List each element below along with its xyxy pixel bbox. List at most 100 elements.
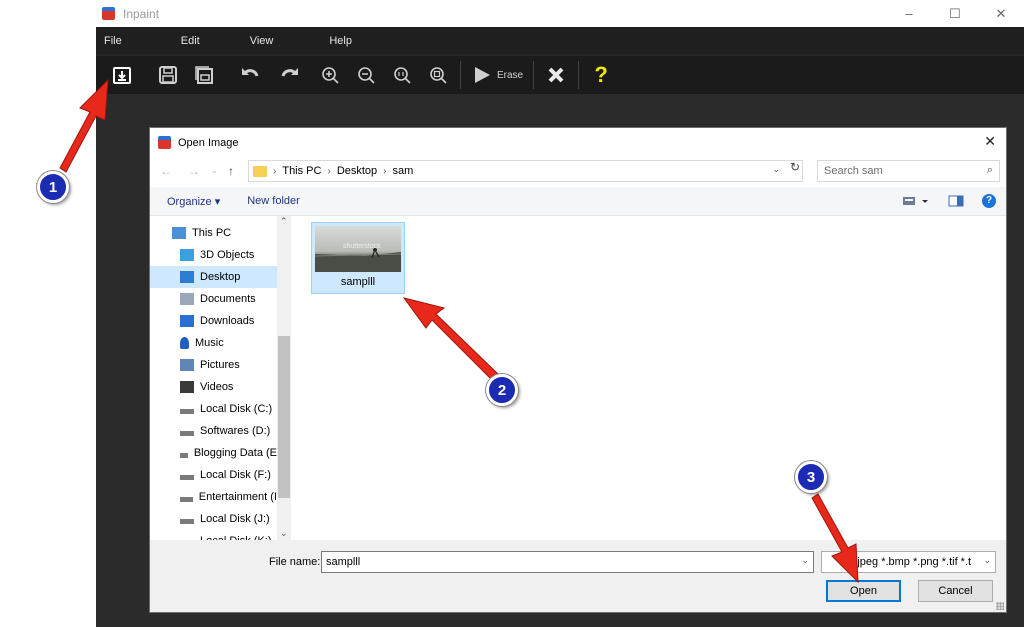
dialog-close-icon[interactable]: ✕ [984,133,996,150]
toolbar: Erase ? [96,56,1024,94]
folder-icon [253,165,267,177]
nav-item-local-disk-k[interactable]: Local Disk (K:) [150,530,277,540]
preview-pane-icon[interactable] [948,195,964,207]
new-folder-button[interactable]: New folder [247,195,300,207]
maximize-icon[interactable]: ☐ [932,0,978,27]
minimize-icon[interactable]: – [886,0,932,27]
resize-grip[interactable] [996,602,1004,610]
toolbar-separator [460,61,461,89]
app-logo-icon [102,7,115,20]
cancel-erase-button[interactable] [538,58,574,92]
recent-dropdown-icon[interactable]: ⌄ [211,166,218,175]
nav-item-documents[interactable]: Documents [150,288,277,310]
menu-view[interactable]: View [250,35,274,47]
zoom-fit-button[interactable] [420,58,456,92]
step-badge-1: 1 [37,171,69,203]
dialog-help-icon[interactable]: ? [982,194,996,208]
scroll-up-icon[interactable]: ⌃ [280,216,288,227]
nav-item-label: Videos [200,381,234,393]
nav-item-softwares-d[interactable]: Softwares (D:) [150,420,277,442]
search-input[interactable]: Search sam ⌕ [817,160,1000,182]
nav-scrollbar[interactable]: ⌃ ⌄ [277,216,291,540]
breadcrumb-sam[interactable]: sam [393,165,414,177]
organize-button[interactable]: Organize ▾ [167,195,220,208]
breadcrumb-this-pc[interactable]: This PC [282,165,321,177]
window-controls: – ☐ ✕ [886,0,1024,27]
nav-item-label: This PC [192,227,232,239]
nav-item-blogging-data-e[interactable]: Blogging Data (E [150,442,277,464]
help-button[interactable]: ? [583,58,619,92]
question-icon: ? [594,62,608,87]
nav-item-this-pc[interactable]: This PC [150,222,277,244]
nav-item-label: 3D Objects [200,249,255,261]
nav-item-videos[interactable]: Videos [150,376,277,398]
nav-item-local-disk-j[interactable]: Local Disk (J:) [150,508,277,530]
address-dropdown-icon[interactable]: ⌄ [772,164,780,175]
x-icon [548,67,564,83]
scroll-down-icon[interactable]: ⌄ [280,528,288,539]
breadcrumb-desktop[interactable]: Desktop [337,165,377,177]
dialog-title-bar: Open Image ✕ [150,128,1006,157]
save-button[interactable] [150,58,186,92]
chevron-down-icon[interactable]: ⌄ [983,555,991,566]
menu-file[interactable]: File [104,35,122,47]
nav-item-3d-objects[interactable]: 3D Objects [150,244,277,266]
menu-edit[interactable]: Edit [181,35,200,47]
dialog-footer: File name: samplll ⌄ *.jpeg *.bmp *.png … [150,540,1006,612]
erase-button[interactable]: Erase [465,58,529,92]
zoom-out-button[interactable] [348,58,384,92]
search-icon: ⌕ [986,164,993,176]
toolbar-separator [578,61,580,89]
video-icon [180,381,194,393]
nav-scroll-thumb[interactable] [278,336,290,498]
nav-item-label: Documents [200,293,256,305]
file-type-filter-value: *.jpeg *.bmp *.png *.tif *.t [850,556,972,568]
toolbar-separator [533,61,535,89]
pictures-icon [180,359,194,371]
nav-item-pictures[interactable]: Pictures [150,354,277,376]
step-badge-3: 3 [795,461,827,493]
nav-item-label: Pictures [200,359,240,371]
cube-icon [180,249,194,261]
undo-button[interactable] [232,58,268,92]
view-options-icon[interactable] [902,195,930,207]
nav-item-local-disk-f[interactable]: Local Disk (F:) [150,464,277,486]
redo-button[interactable] [272,58,308,92]
file-item-samplll[interactable]: shutterstock samplll [311,222,405,294]
address-bar[interactable]: › This PC › Desktop › sam ⌄ [248,160,803,182]
file-type-filter[interactable]: *.jpeg *.bmp *.png *.tif *.t ⌄ [821,551,996,573]
back-icon[interactable]: ← [160,164,172,178]
open-button[interactable]: Open [826,580,901,602]
app-logo-icon [158,136,171,149]
play-icon [475,67,490,83]
file-name-value: samplll [326,556,361,568]
cancel-button[interactable]: Cancel [918,580,993,602]
refresh-icon[interactable]: ↻ [790,160,800,174]
forward-icon[interactable]: → [188,164,200,178]
up-icon[interactable]: ↑ [228,164,234,178]
disk-icon [180,408,194,414]
close-icon[interactable]: ✕ [978,0,1024,27]
save-as-icon [195,66,213,84]
nav-item-label: Local Disk (J:) [200,513,270,525]
file-name-input[interactable]: samplll ⌄ [321,551,814,573]
zoom-actual-button[interactable] [384,58,420,92]
zoom-fit-icon [430,67,447,84]
watermark-text: shutterstock [343,243,381,250]
nav-item-label: Local Disk (C:) [200,403,273,415]
nav-item-music[interactable]: Music [150,332,277,354]
nav-item-local-disk-c[interactable]: Local Disk (C:) [150,398,277,420]
nav-item-entertainment-i[interactable]: Entertainment (I [150,486,277,508]
pc-icon [172,227,186,239]
nav-item-desktop[interactable]: Desktop [150,266,277,288]
open-button[interactable] [104,58,140,92]
nav-item-downloads[interactable]: Downloads [150,310,277,332]
erase-label: Erase [497,69,524,81]
save-as-button[interactable] [186,58,222,92]
menu-help[interactable]: Help [329,35,352,47]
zoom-out-icon [358,67,375,84]
undo-icon [242,68,259,77]
nav-item-label: Downloads [200,315,255,327]
chevron-down-icon[interactable]: ⌄ [801,555,809,566]
zoom-in-button[interactable] [312,58,348,92]
